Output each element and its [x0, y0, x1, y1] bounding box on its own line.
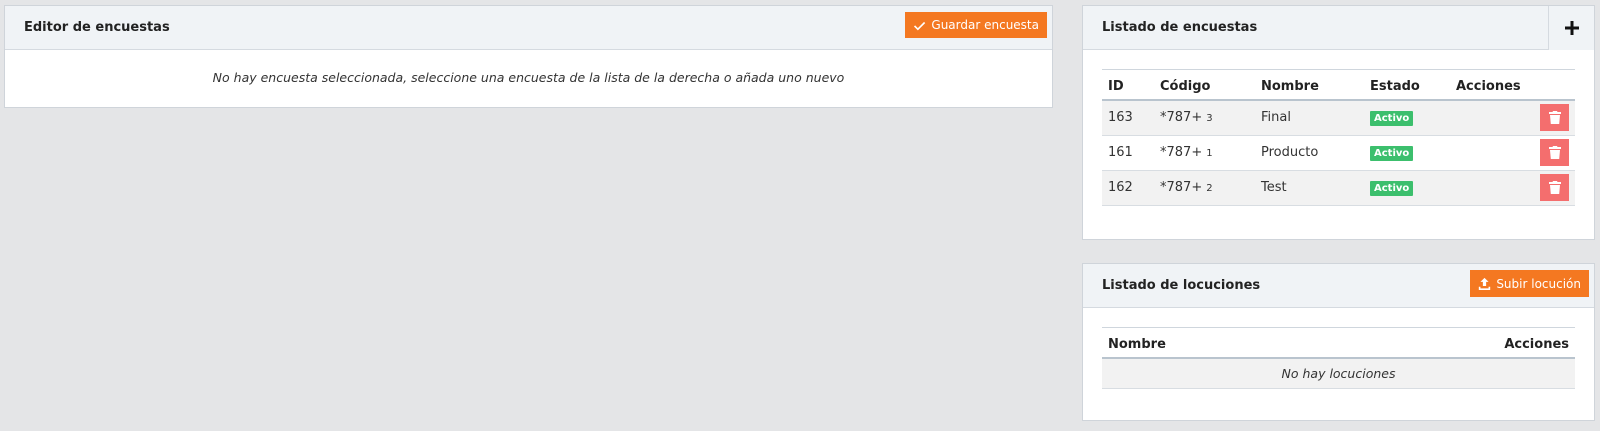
no-locutions-message: No hay locuciones	[1102, 358, 1575, 389]
column-header-status: Estado	[1364, 69, 1450, 101]
survey-name: Test	[1255, 170, 1364, 206]
column-header-actions: Acciones	[1327, 327, 1575, 359]
column-header-actions: Acciones	[1450, 69, 1575, 101]
survey-code: *787+ 2	[1154, 170, 1255, 206]
delete-survey-button[interactable]	[1540, 139, 1569, 166]
survey-actions	[1450, 100, 1575, 136]
table-row[interactable]: 161 *787+ 1 Producto Activo	[1102, 135, 1575, 171]
plus-icon	[1564, 21, 1579, 35]
table-row[interactable]: 162 *787+ 2 Test Activo	[1102, 170, 1575, 206]
locution-list-title: Listado de locuciones	[1102, 278, 1261, 293]
column-header-name: Nombre	[1255, 69, 1364, 101]
survey-code-suffix: 2	[1206, 183, 1213, 194]
upload-icon	[1479, 277, 1491, 290]
survey-editor-header: Editor de encuestas Guardar encuesta	[5, 6, 1052, 50]
delete-survey-button[interactable]	[1540, 174, 1569, 201]
column-header-id: ID	[1102, 69, 1154, 101]
status-badge: Activo	[1370, 181, 1414, 196]
survey-status: Activo	[1364, 100, 1450, 136]
survey-list-title: Listado de encuestas	[1102, 20, 1258, 35]
survey-name: Final	[1255, 100, 1364, 136]
upload-locution-label: Subir locución	[1496, 276, 1581, 291]
status-badge: Activo	[1370, 146, 1414, 161]
empty-row: No hay locuciones	[1102, 358, 1575, 389]
locution-list-header: Listado de locuciones Subir locución	[1083, 264, 1594, 308]
survey-list-header: Listado de encuestas	[1083, 6, 1594, 50]
column-header-name: Nombre	[1102, 327, 1328, 359]
trash-icon	[1548, 181, 1561, 194]
survey-id: 161	[1102, 135, 1154, 171]
no-survey-message: No hay encuesta seleccionada, seleccione…	[212, 70, 845, 85]
survey-status: Activo	[1364, 135, 1450, 171]
upload-locution-button[interactable]: Subir locución	[1470, 270, 1589, 297]
locution-list-panel: Listado de locuciones Subir locución Nom…	[1082, 263, 1595, 421]
column-header-code: Código	[1154, 69, 1255, 101]
survey-code-prefix: *787+	[1160, 145, 1203, 160]
survey-status: Activo	[1364, 170, 1450, 206]
survey-code-prefix: *787+	[1160, 180, 1203, 195]
trash-icon	[1548, 111, 1561, 125]
table-row[interactable]: 163 *787+ 3 Final Activo	[1102, 100, 1575, 136]
survey-code-suffix: 1	[1206, 148, 1213, 159]
delete-survey-button[interactable]	[1540, 104, 1569, 132]
survey-id: 163	[1102, 100, 1154, 136]
survey-code-prefix: *787+	[1160, 110, 1203, 126]
survey-name: Producto	[1255, 135, 1364, 171]
survey-code: *787+ 1	[1154, 135, 1255, 171]
trash-icon	[1548, 146, 1561, 159]
survey-actions	[1450, 135, 1575, 171]
survey-list-panel: Listado de encuestas ID Código Nombre Es…	[1082, 5, 1595, 240]
survey-code: *787+ 3	[1154, 100, 1255, 136]
survey-editor-title: Editor de encuestas	[24, 20, 170, 35]
survey-code-suffix: 3	[1206, 113, 1213, 125]
status-badge: Activo	[1370, 111, 1414, 127]
add-survey-button[interactable]	[1548, 6, 1594, 50]
locution-table: Nombre Acciones No hay locuciones	[1102, 327, 1575, 389]
survey-editor-panel: Editor de encuestas Guardar encuesta No …	[4, 5, 1053, 108]
save-survey-button[interactable]: Guardar encuesta	[905, 12, 1047, 38]
save-survey-label: Guardar encuesta	[931, 18, 1039, 32]
survey-id: 162	[1102, 170, 1154, 206]
survey-actions	[1450, 170, 1575, 206]
survey-table: ID Código Nombre Estado Acciones 163 *78…	[1102, 69, 1575, 206]
check-icon	[914, 21, 926, 30]
